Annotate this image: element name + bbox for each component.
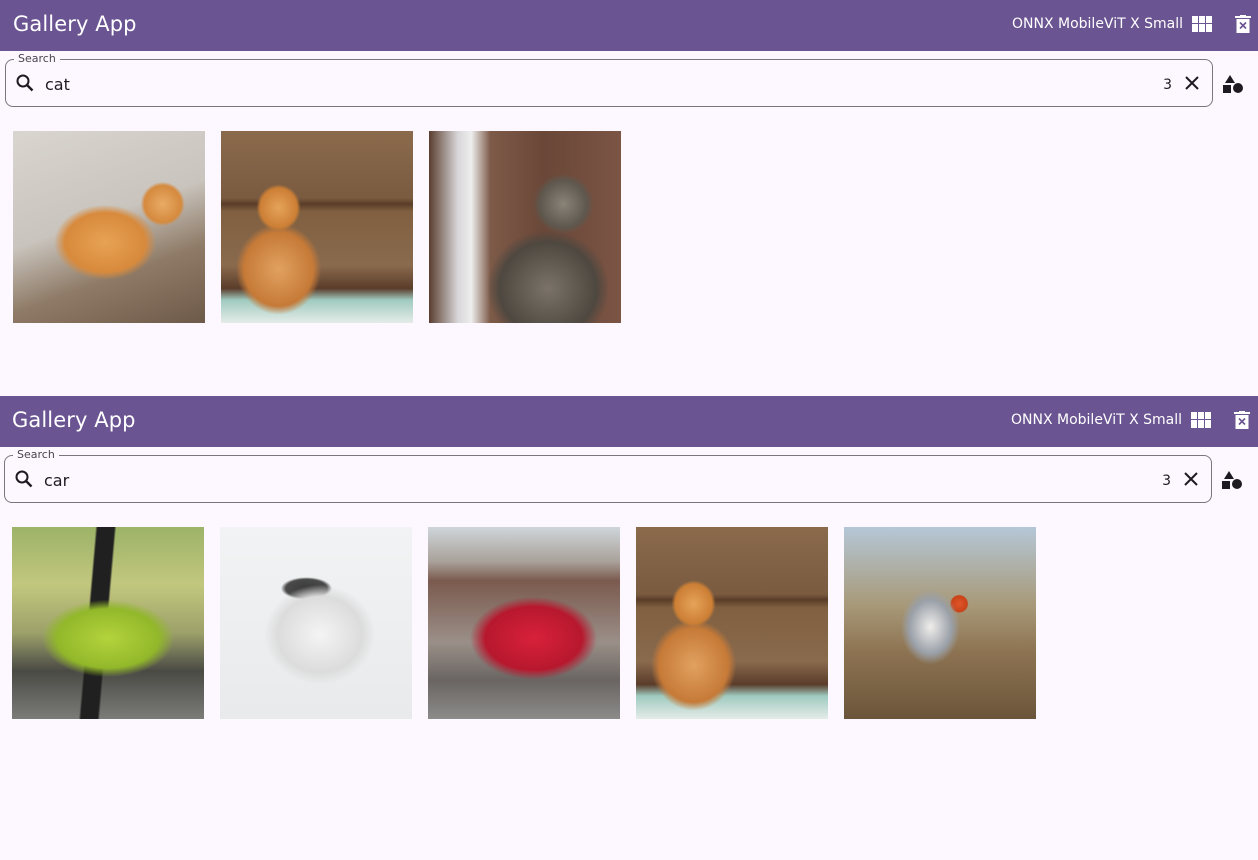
search-field[interactable]: Search car 3	[4, 448, 1212, 503]
result-thumbnail-2[interactable]	[221, 131, 413, 323]
grid-view-icon	[1191, 412, 1211, 428]
grid-view-button[interactable]	[1190, 409, 1212, 431]
delete-icon	[1235, 15, 1251, 33]
search-icon	[16, 74, 34, 92]
app-title: Gallery App	[12, 408, 136, 432]
result-count: 3	[1163, 77, 1172, 93]
grid-view-icon	[1192, 16, 1212, 32]
search-icon	[15, 470, 33, 488]
result-count: 3	[1162, 473, 1171, 489]
category-shapes-icon[interactable]	[1222, 73, 1244, 95]
search-label: Search	[14, 52, 60, 65]
search-input[interactable]: car	[44, 471, 69, 490]
result-thumbnail-1[interactable]	[13, 131, 205, 323]
category-shapes-icon[interactable]	[1221, 469, 1243, 491]
close-icon[interactable]	[1181, 469, 1201, 489]
result-thumbnail-3[interactable]	[428, 527, 620, 719]
result-thumbnail-4[interactable]	[636, 527, 828, 719]
close-icon[interactable]	[1182, 73, 1202, 93]
app-bar: Gallery App ONNX MobileViT X Small	[0, 0, 1258, 51]
delete-button[interactable]	[1231, 409, 1253, 431]
model-name[interactable]: ONNX MobileViT X Small	[1012, 16, 1183, 32]
delete-button[interactable]	[1232, 13, 1254, 35]
result-thumbnail-1[interactable]	[12, 527, 204, 719]
model-name[interactable]: ONNX MobileViT X Small	[1011, 412, 1182, 428]
result-thumbnail-5[interactable]	[844, 527, 1036, 719]
gallery-panel-cat: Gallery App ONNX MobileViT X Small Searc…	[0, 0, 1258, 396]
search-input[interactable]: cat	[45, 75, 70, 94]
app-bar: Gallery App ONNX MobileViT X Small	[0, 396, 1258, 447]
app-title: Gallery App	[13, 12, 137, 36]
search-field[interactable]: Search cat 3	[5, 52, 1213, 107]
grid-view-button[interactable]	[1191, 13, 1213, 35]
search-label: Search	[13, 448, 59, 461]
gallery-panel-car: Gallery App ONNX MobileViT X Small Searc…	[0, 396, 1258, 792]
result-thumbnail-2[interactable]	[220, 527, 412, 719]
result-thumbnail-3[interactable]	[429, 131, 621, 323]
delete-icon	[1234, 411, 1250, 429]
